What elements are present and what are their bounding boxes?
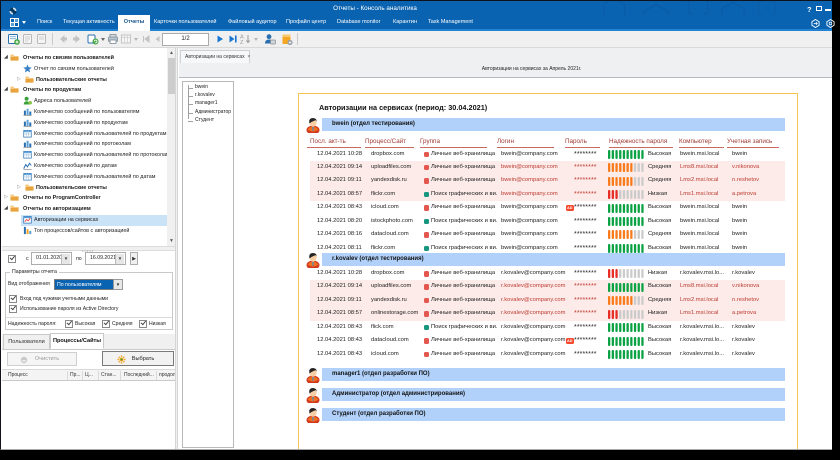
svg-text:Z: Z — [240, 40, 244, 45]
